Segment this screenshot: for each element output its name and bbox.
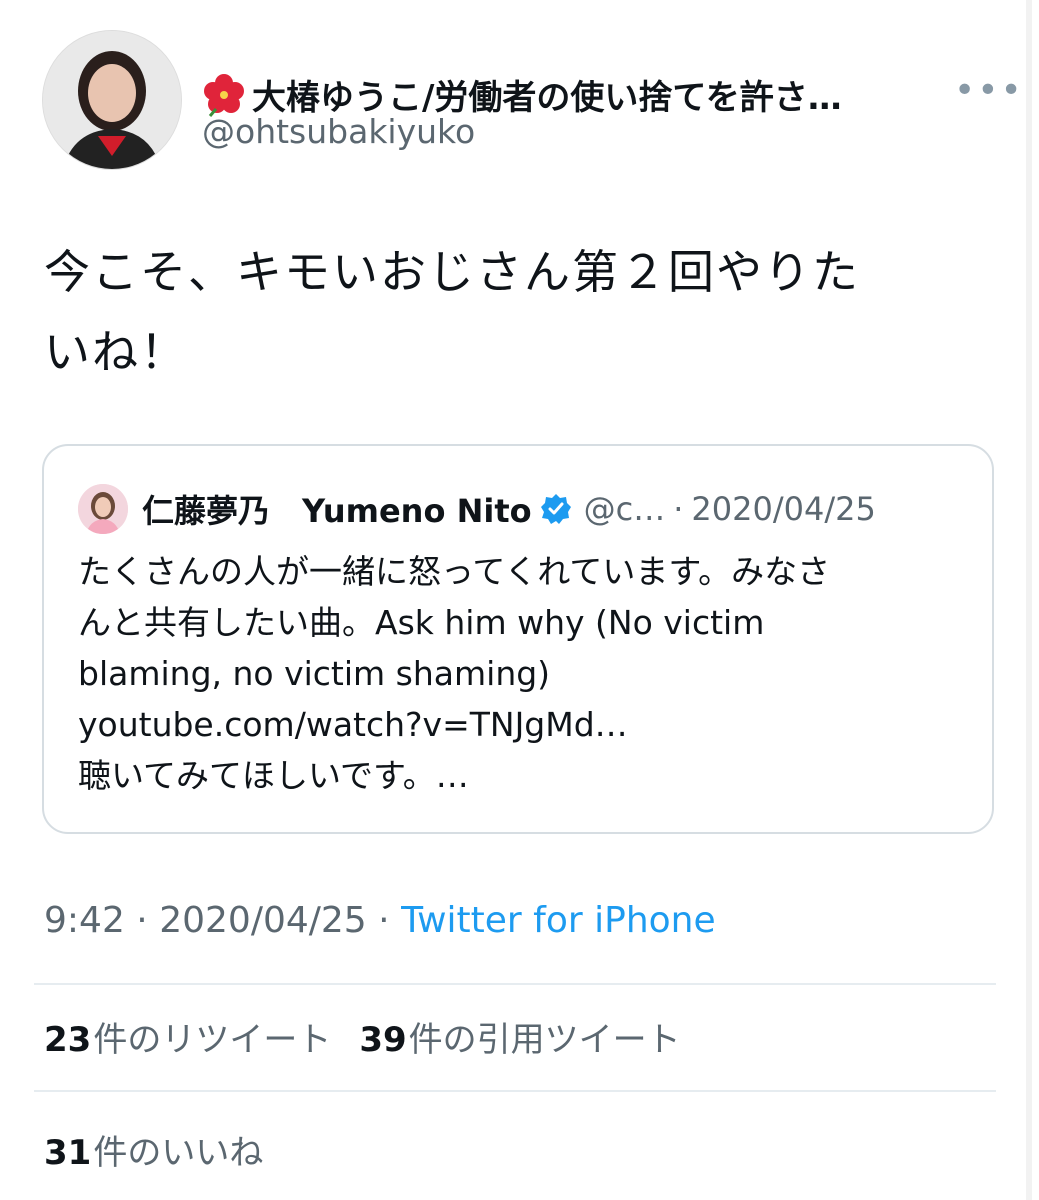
divider [34, 1090, 996, 1092]
quote-tweets-stat[interactable]: 39件の引用ツイート [359, 1012, 680, 1061]
tweet-text: 今こそ、キモいおじさん第２回やりた いね！ [44, 232, 984, 392]
verified-badge-icon [540, 494, 571, 524]
retweets-count: 23 [44, 1020, 92, 1060]
quoted-text-line: blaming, no victim shaming) [78, 654, 551, 693]
quoted-tweet-card[interactable]: 仁藤夢乃 Yumeno Nito @c… · 2020/04/25 たくさんの人… [42, 444, 994, 834]
tweet-source-link[interactable]: Twitter for iPhone [401, 900, 716, 941]
author-handle[interactable]: @ohtsubakiyuko [202, 112, 475, 151]
tweet-timestamp: 9:42 · 2020/04/25 · Twitter for iPhone [44, 900, 716, 941]
quoted-tweet-header: 仁藤夢乃 Yumeno Nito @c… · 2020/04/25 [78, 484, 876, 534]
author-avatar[interactable] [42, 30, 182, 170]
tweet-date[interactable]: 2020/04/25 [159, 900, 367, 941]
quoted-author-handle: @c… [583, 490, 666, 528]
quoted-tweet-text: たくさんの人が一緒に怒ってくれています。みなさ んと共有したい曲。Ask him… [78, 546, 958, 801]
quoted-meta-separator: · [673, 490, 684, 528]
quoted-text-line: 聴いてみてほしいです。… [78, 756, 469, 795]
timestamp-separator: · [136, 900, 148, 941]
quoted-text-line: たくさんの人が一緒に怒ってくれています。みなさ [78, 552, 831, 591]
more-dots-icon[interactable]: ••• [954, 70, 1024, 111]
quoted-author-name: 仁藤夢乃 Yumeno Nito [142, 492, 532, 530]
quotes-label: 件の引用ツイート [408, 1020, 681, 1060]
tweet-header: 大椿ゆうこ/労働者の使い捨てを許さ… @ohtsubakiyuko ••• [42, 30, 1022, 175]
quoted-tweet-date: 2020/04/25 [691, 490, 876, 528]
quoted-text-line: youtube.com/watch?v=TNJgMd… [78, 705, 628, 744]
tweet-text-line: いね！ [44, 325, 188, 379]
quoted-author-avatar [78, 484, 128, 534]
quotes-count: 39 [359, 1020, 407, 1060]
divider [34, 983, 996, 985]
hibiscus-icon [204, 73, 244, 117]
retweets-label: 件のリツイート [93, 1020, 332, 1060]
quoted-text-line: んと共有したい曲。Ask him why (No victim [78, 603, 765, 642]
likes-label: 件のいいね [93, 1133, 264, 1173]
scrollbar[interactable] [1026, 0, 1032, 1200]
timestamp-separator: · [378, 900, 390, 941]
tweet-text-line: 今こそ、キモいおじさん第２回やりた [44, 245, 860, 299]
engagement-stats: 23件のリツイート 39件の引用ツイート [44, 1012, 709, 1061]
tweet-time[interactable]: 9:42 [44, 900, 125, 941]
likes-stat[interactable]: 31件のいいね [44, 1125, 263, 1174]
likes-count: 31 [44, 1133, 92, 1173]
retweets-stat[interactable]: 23件のリツイート [44, 1012, 331, 1061]
